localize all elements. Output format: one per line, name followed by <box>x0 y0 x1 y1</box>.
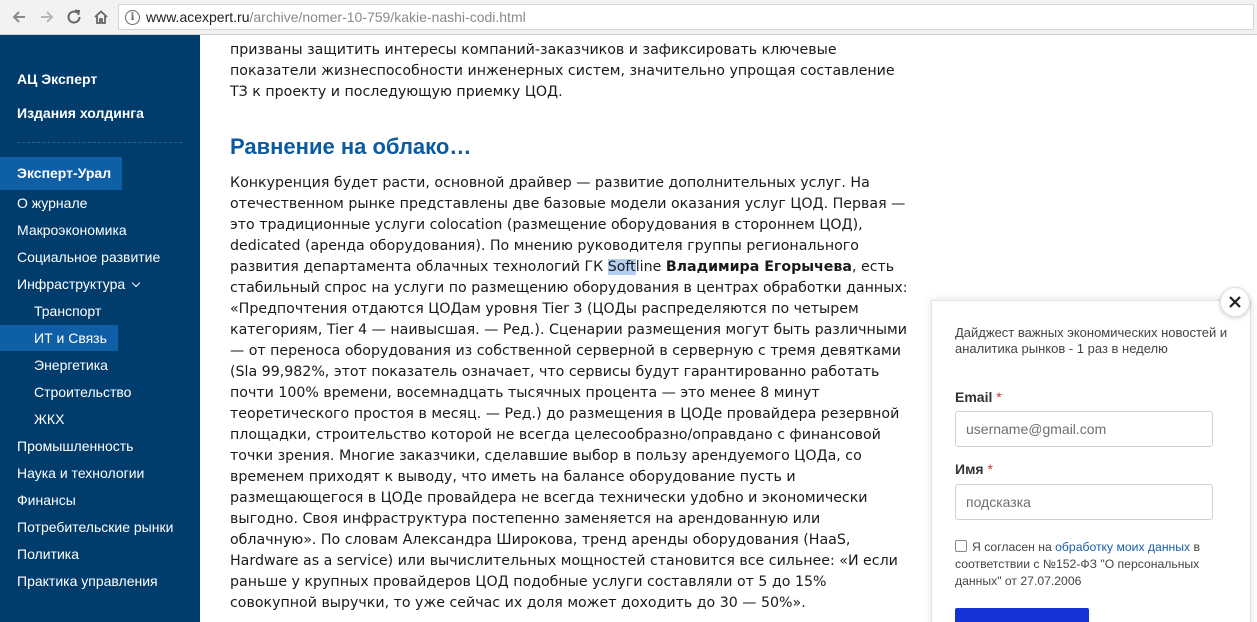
sidebar-item[interactable]: ЖКХ <box>0 406 64 432</box>
forward-icon[interactable] <box>35 6 59 28</box>
newsletter-popup: Дайджест важных экономических новостей и… <box>931 300 1251 622</box>
paragraph-text: , есть стабильный спрос на услуги по раз… <box>230 259 908 611</box>
email-label-text: Email <box>955 389 993 405</box>
reload-icon[interactable] <box>62 6 86 28</box>
sidebar-link-ac-expert[interactable]: АЦ Эксперт <box>17 71 97 87</box>
address-bar[interactable]: i www.acexpert.ru/archive/nomer-10-759/k… <box>118 4 1254 30</box>
email-label: Email * <box>955 389 1002 405</box>
sidebar-item-expert-ural[interactable]: Эксперт-Урал <box>0 157 123 190</box>
info-icon[interactable]: i <box>125 9 140 25</box>
article-paragraph: призваны защитить интересы компаний-зака… <box>230 42 895 100</box>
sidebar-item-label: Потребительские рынки <box>17 519 174 535</box>
sidebar-item-label: Практика управления <box>17 573 158 589</box>
home-icon[interactable] <box>89 6 113 28</box>
sidebar-item[interactable]: Социальное развитие <box>0 244 160 270</box>
sidebar-item[interactable]: Политика <box>0 541 79 567</box>
data-processing-link[interactable]: обработку моих данных <box>1055 540 1190 554</box>
sidebar-item-label: Наука и технологии <box>17 465 145 481</box>
sidebar-item[interactable]: Промышленность <box>0 433 133 459</box>
sidebar-item-label: Энергетика <box>34 357 108 373</box>
person-name: Владимира Егорычева <box>665 259 852 275</box>
close-popup-button[interactable] <box>1220 287 1250 317</box>
required-mark: * <box>987 461 993 477</box>
sidebar-item-label: ИТ и Связь <box>34 330 107 346</box>
sidebar-item-label: Политика <box>17 546 79 562</box>
sidebar-link-publications[interactable]: Издания холдинга <box>17 105 144 121</box>
sidebar-item[interactable]: Транспорт <box>0 298 101 324</box>
sidebar-item[interactable]: Финансы <box>0 487 76 513</box>
sidebar-item-label: Инфраструктура <box>17 276 126 292</box>
back-icon[interactable] <box>7 6 31 28</box>
browser-toolbar: i www.acexpert.ru/archive/nomer-10-759/k… <box>0 0 1257 35</box>
sidebar-item[interactable]: Инфраструктура <box>0 271 141 297</box>
close-icon <box>1229 296 1241 308</box>
sidebar-divider <box>17 142 182 143</box>
name-label-text: Имя <box>955 461 984 477</box>
sidebar-item[interactable]: Наука и технологии <box>0 460 144 486</box>
name-field[interactable] <box>955 484 1213 520</box>
url-host: www.acexpert.ru <box>146 9 250 25</box>
chevron-down-icon <box>131 278 141 288</box>
sidebar-item[interactable]: Строительство <box>0 379 131 405</box>
sidebar-item[interactable]: Энергетика <box>0 352 108 378</box>
sidebar-item[interactable]: ИТ и Связь <box>0 325 118 351</box>
sidebar-item-label: Макроэкономика <box>17 222 127 238</box>
article-paragraph: Конкуренция будет расти, основной драйве… <box>230 173 910 614</box>
sidebar-item-label: О журнале <box>17 195 88 211</box>
sidebar-item-label: ЖКХ <box>34 411 65 427</box>
sidebar-item-label: Строительство <box>34 384 132 400</box>
sidebar-item-label: Транспорт <box>34 303 102 319</box>
url-path: /archive/nomer-10-759/kakie-nashi-codi.h… <box>249 9 526 25</box>
email-field[interactable] <box>955 411 1213 447</box>
sidebar-item-label: Финансы <box>17 492 76 508</box>
section-heading: Равнение на облако… <box>230 134 472 159</box>
sidebar-item-label: Промышленность <box>17 438 134 454</box>
consent-text: Я согласен на обработку моих данных в со… <box>955 539 1235 590</box>
sidebar-item[interactable]: О журнале <box>0 190 87 216</box>
consent-prefix: Я согласен на <box>972 540 1056 554</box>
required-mark: * <box>996 389 1002 405</box>
subscribe-button[interactable] <box>955 608 1089 622</box>
consent-checkbox[interactable] <box>955 540 967 552</box>
selected-text: Soft <box>607 259 636 275</box>
sidebar: АЦ Эксперт Издания холдинга Эксперт-Урал… <box>0 35 200 622</box>
sidebar-item[interactable]: Потребительские рынки <box>0 514 173 540</box>
popup-description: Дайджест важных экономических новостей и… <box>955 325 1228 356</box>
sidebar-more-fade <box>17 616 147 622</box>
sidebar-item[interactable]: Практика управления <box>0 568 158 594</box>
sidebar-item-label: Социальное развитие <box>17 249 161 265</box>
name-label: Имя * <box>955 461 993 477</box>
sidebar-item[interactable]: Макроэкономика <box>0 217 127 243</box>
paragraph-text: line <box>635 259 666 275</box>
